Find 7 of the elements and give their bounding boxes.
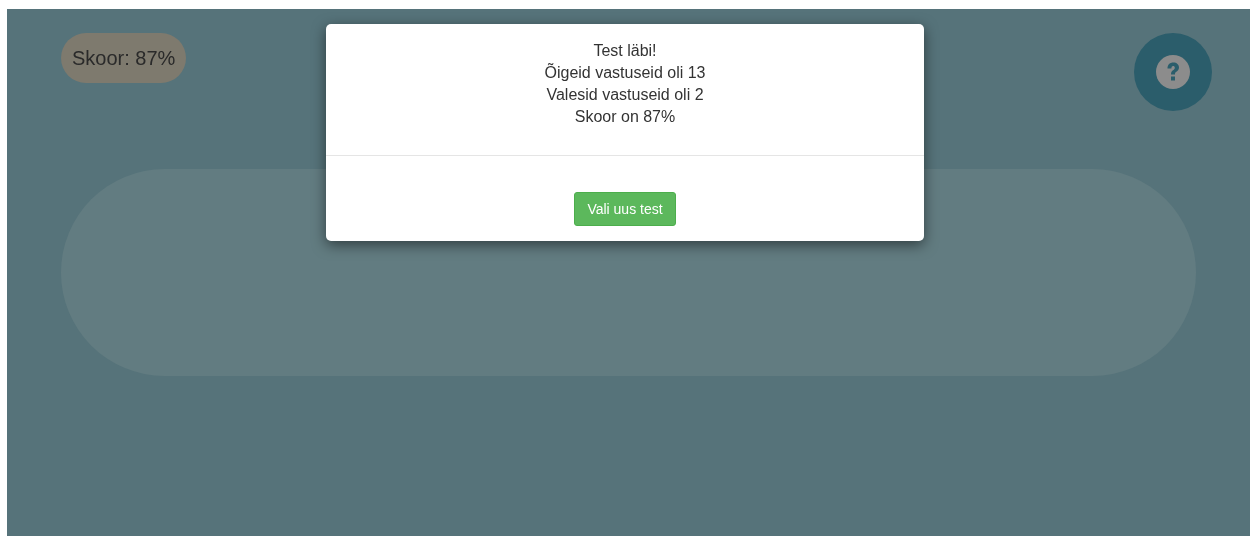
result-text: Skoor on 87% — [573, 107, 677, 127]
result-text: Valesid vastuseid oli 2 — [545, 85, 705, 105]
score-badge: Skoor: 87% — [61, 33, 187, 83]
help-icon — [1156, 55, 1190, 89]
result-text: Test läbi! — [592, 41, 658, 61]
result-text: Õigeid vastuseid oli 13 — [543, 62, 707, 83]
new-test-button[interactable]: Vali uus test — [574, 192, 676, 226]
